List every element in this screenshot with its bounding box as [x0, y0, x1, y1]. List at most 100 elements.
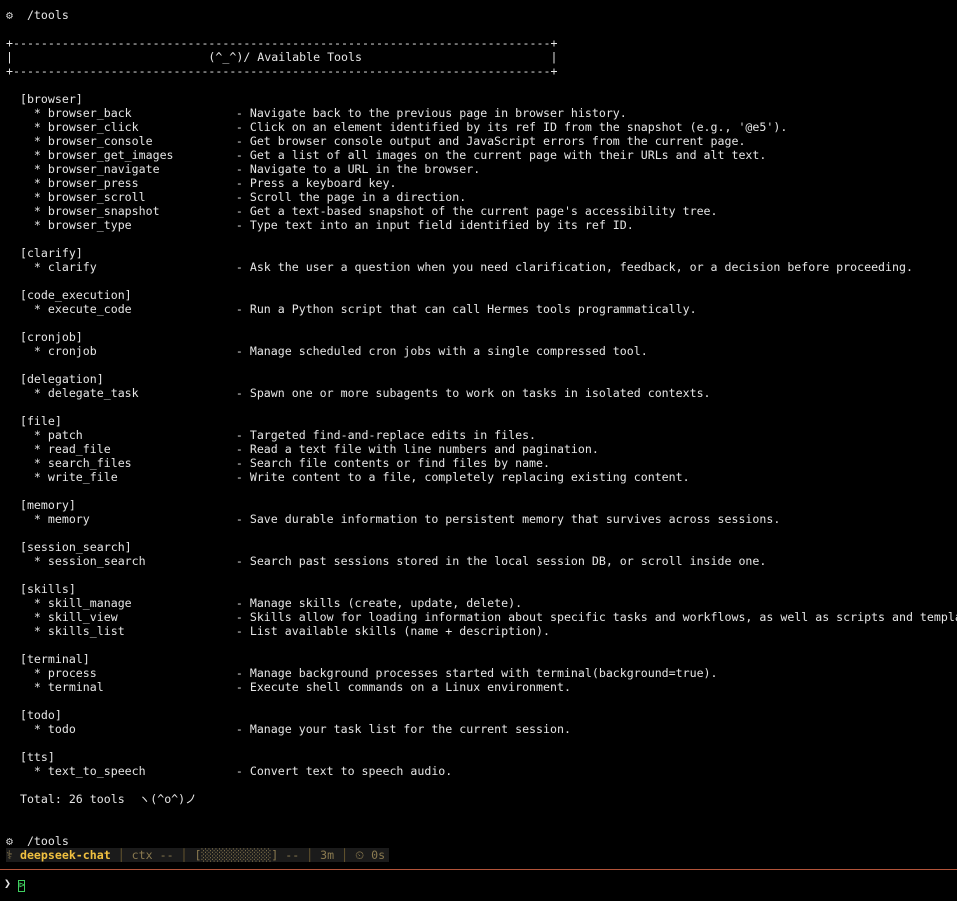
emoticon: ヽ(^o^)ノ	[138, 792, 197, 806]
group-name: [todo]	[19, 708, 62, 722]
tool-name: browser_console	[47, 134, 153, 148]
tool-name: search_files	[47, 456, 132, 470]
group-header: [clarify]	[6, 246, 957, 260]
group-header: [todo]	[6, 708, 957, 722]
tool-row: * browser_click - Click on an element ide…	[6, 120, 788, 134]
text-cursor[interactable]: ⊳	[17, 880, 25, 892]
timer-icon: ⏲	[355, 848, 365, 862]
group-name: [browser]	[19, 92, 83, 106]
tool-description: - Search file contents or find files by …	[235, 456, 550, 470]
tool-row: * browser_type - Type text into an input …	[6, 218, 634, 232]
banner-title: | (^_^)/ Available Tools |	[6, 50, 558, 64]
group-name: [skills]	[19, 582, 76, 596]
group-header: [memory]	[6, 498, 957, 512]
tool-description: - Ask the user a question when you need …	[235, 260, 913, 274]
tool-row: * skill_manage - Manage skills (create, u…	[6, 596, 523, 610]
tool-row: * clarify - Ask the user a question when …	[6, 260, 913, 274]
command-echo: ⚙ /tools	[6, 8, 957, 22]
tool-name: patch	[47, 428, 83, 442]
tool-row: * browser_back - Navigate back to the pre…	[6, 106, 627, 120]
tool-name: write_file	[47, 470, 118, 484]
tool-description: - Type text into an input field identifi…	[235, 218, 634, 232]
tool-row: * text_to_speech - Convert text to speech…	[6, 764, 453, 778]
tool-description: - Get browser console output and JavaScr…	[235, 134, 746, 148]
tool-name: browser_get_images	[47, 148, 174, 162]
tool-name: cronjob	[47, 344, 97, 358]
tool-description: - Convert text to speech audio.	[235, 764, 453, 778]
tool-groups: [browser] * browser_back - Navigate back …	[6, 92, 957, 792]
model-name: deepseek-chat	[19, 848, 111, 862]
prompt-input[interactable]: ❯ ⊳	[4, 876, 25, 892]
terminal-output: ⚙ /tools +------------------------------…	[6, 8, 957, 848]
tool-name: browser_back	[47, 106, 132, 120]
tool-name: memory	[47, 512, 90, 526]
group-name: [code_execution]	[19, 288, 132, 302]
tool-row: * process - Manage background processes s…	[6, 666, 718, 680]
group-name: [file]	[19, 414, 62, 428]
tool-row: * cronjob - Manage scheduled cron jobs wi…	[6, 344, 648, 358]
tool-description: - Get a list of all images on the curren…	[235, 148, 767, 162]
tool-name: execute_code	[47, 302, 132, 316]
tool-name: process	[47, 666, 97, 680]
tool-row: * read_file - Read a text file with line …	[6, 442, 599, 456]
caduceus-icon: ⚕	[6, 848, 13, 862]
tool-name: clarify	[47, 260, 97, 274]
tool-name: skills_list	[47, 624, 125, 638]
group-header: [cronjob]	[6, 330, 957, 344]
tool-description: - Manage background processes started wi…	[235, 666, 718, 680]
tool-row: * browser_console - Get browser console o…	[6, 134, 746, 148]
tool-row: * memory - Save durable information to pe…	[6, 512, 781, 526]
group-header: [tts]	[6, 750, 957, 764]
gear-icon: ⚙	[6, 8, 13, 22]
tool-description: - Navigate to a URL in the browser.	[235, 162, 481, 176]
tool-row: * browser_scroll - Scroll the page in a d…	[6, 190, 467, 204]
tool-description: - Skills allow for loading information a…	[235, 610, 957, 624]
tool-description: - Manage scheduled cron jobs with a sing…	[235, 344, 648, 358]
command-text: /tools	[26, 8, 69, 22]
tool-name: browser_scroll	[47, 190, 146, 204]
group-header: [skills]	[6, 582, 957, 596]
gear-icon: ⚙	[6, 834, 13, 848]
tool-description: - Save durable information to persistent…	[235, 512, 781, 526]
tool-name: skill_manage	[47, 596, 132, 610]
tool-row: * browser_get_images - Get a list of all …	[6, 148, 767, 162]
tool-name: delegate_task	[47, 386, 139, 400]
tool-description: - Run a Python script that can call Herm…	[235, 302, 697, 316]
tool-name: todo	[47, 722, 76, 736]
total-text: Total: 26 tools	[19, 792, 125, 806]
group-header: [code_execution]	[6, 288, 957, 302]
context-progress: [░░░░░░░░░░] --	[194, 848, 300, 862]
tool-name: read_file	[47, 442, 111, 456]
prompt-echo-text: /tools	[26, 834, 69, 848]
group-name: [session_search]	[19, 540, 132, 554]
tool-description: - Navigate back to the previous page in …	[235, 106, 627, 120]
tool-description: - Click on an element identified by its …	[235, 120, 788, 134]
tool-name: session_search	[47, 554, 146, 568]
tool-row: * browser_navigate - Navigate to a URL in…	[6, 162, 481, 176]
tool-name: browser_snapshot	[47, 204, 160, 218]
tool-description: - Execute shell commands on a Linux envi…	[235, 680, 571, 694]
tool-row: * session_search - Search past sessions s…	[6, 554, 767, 568]
timer-value: 0s	[371, 848, 386, 862]
prompt-caret-icon: ❯	[4, 876, 11, 890]
tool-description: - Spawn one or more subagents to work on…	[235, 386, 711, 400]
banner-border-top: +---------------------------------------…	[6, 36, 558, 50]
tool-row: * search_files - Search file contents or …	[6, 456, 550, 470]
group-name: [delegation]	[19, 372, 104, 386]
group-header: [browser]	[6, 92, 957, 106]
group-name: [terminal]	[19, 652, 90, 666]
tool-row: * browser_snapshot - Get a text-based sna…	[6, 204, 718, 218]
context-indicator: ctx --	[131, 848, 174, 862]
tool-name: browser_press	[47, 176, 139, 190]
tool-description: - Write content to a file, completely re…	[235, 470, 690, 484]
tool-description: - Read a text file with line numbers and…	[235, 442, 599, 456]
tool-name: skill_view	[47, 610, 118, 624]
tool-description: - Manage skills (create, update, delete)…	[235, 596, 523, 610]
tool-row: * todo - Manage your task list for the cu…	[6, 722, 571, 736]
group-name: [tts]	[19, 750, 55, 764]
elapsed-time: 3m	[320, 848, 335, 862]
status-bar: ⚕ deepseek-chat │ ctx -- │ [░░░░░░░░░░] …	[6, 848, 390, 862]
tool-row: * delegate_task - Spawn one or more subag…	[6, 386, 711, 400]
group-header: [file]	[6, 414, 957, 428]
banner-border-bottom: +---------------------------------------…	[6, 64, 558, 78]
